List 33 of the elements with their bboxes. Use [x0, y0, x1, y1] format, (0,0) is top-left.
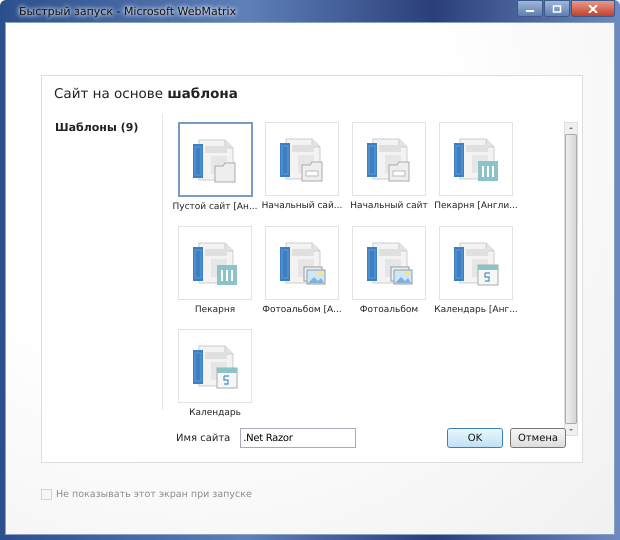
template-item[interactable]: Начальный сай...: [262, 122, 342, 212]
scrollbar-thumb[interactable]: [565, 134, 577, 424]
dialog-heading: Сайт на основе шаблона: [53, 85, 239, 104]
checkbox-label: Не показывать этот экран при запуске: [56, 489, 252, 500]
close-icon: [588, 4, 598, 12]
template-item[interactable]: Календарь: [175, 329, 255, 418]
template-label: Календарь [Анг...: [434, 305, 518, 315]
cancel-button[interactable]: Отмена: [510, 428, 566, 448]
window-title: Быстрый запуск - Microsoft WebMatrix: [18, 4, 236, 18]
minimize-button[interactable]: [517, 0, 543, 17]
template-item[interactable]: Пекарня: [175, 226, 255, 315]
maximize-button[interactable]: [544, 0, 570, 17]
template-item[interactable]: Начальный сайт: [349, 122, 429, 212]
template-label: Начальный сайт: [350, 201, 428, 211]
vertical-scrollbar[interactable]: [564, 122, 578, 436]
template-label: Фотоальбом: [360, 305, 418, 315]
template-label: Пекарня [Англи...: [434, 201, 518, 211]
template-item[interactable]: Пустой сайт [Ан...: [175, 122, 255, 212]
site-name-field[interactable]: .Net Razor: [240, 428, 356, 448]
template-label: Пустой сайт [Ан...: [172, 202, 258, 212]
template-item[interactable]: Фотоальбом [А...: [262, 226, 342, 315]
template-label: Календарь: [189, 408, 241, 418]
template-item[interactable]: Пекарня [Англи...: [436, 122, 516, 212]
site-name-label: Имя сайта: [176, 432, 230, 444]
template-label: Пекарня: [194, 305, 236, 315]
sidebar-item[interactable]: Шаблоны (9): [52, 120, 162, 135]
template-label: Начальный сай...: [262, 201, 342, 211]
maximize-icon: [552, 4, 562, 12]
ok-button[interactable]: OK: [447, 428, 503, 448]
template-item[interactable]: Календарь [Анг...: [436, 226, 516, 315]
template-item[interactable]: Фотоальбом: [349, 226, 429, 315]
template-label: Фотоальбом [А...: [262, 305, 342, 315]
close-button[interactable]: [571, 0, 615, 17]
